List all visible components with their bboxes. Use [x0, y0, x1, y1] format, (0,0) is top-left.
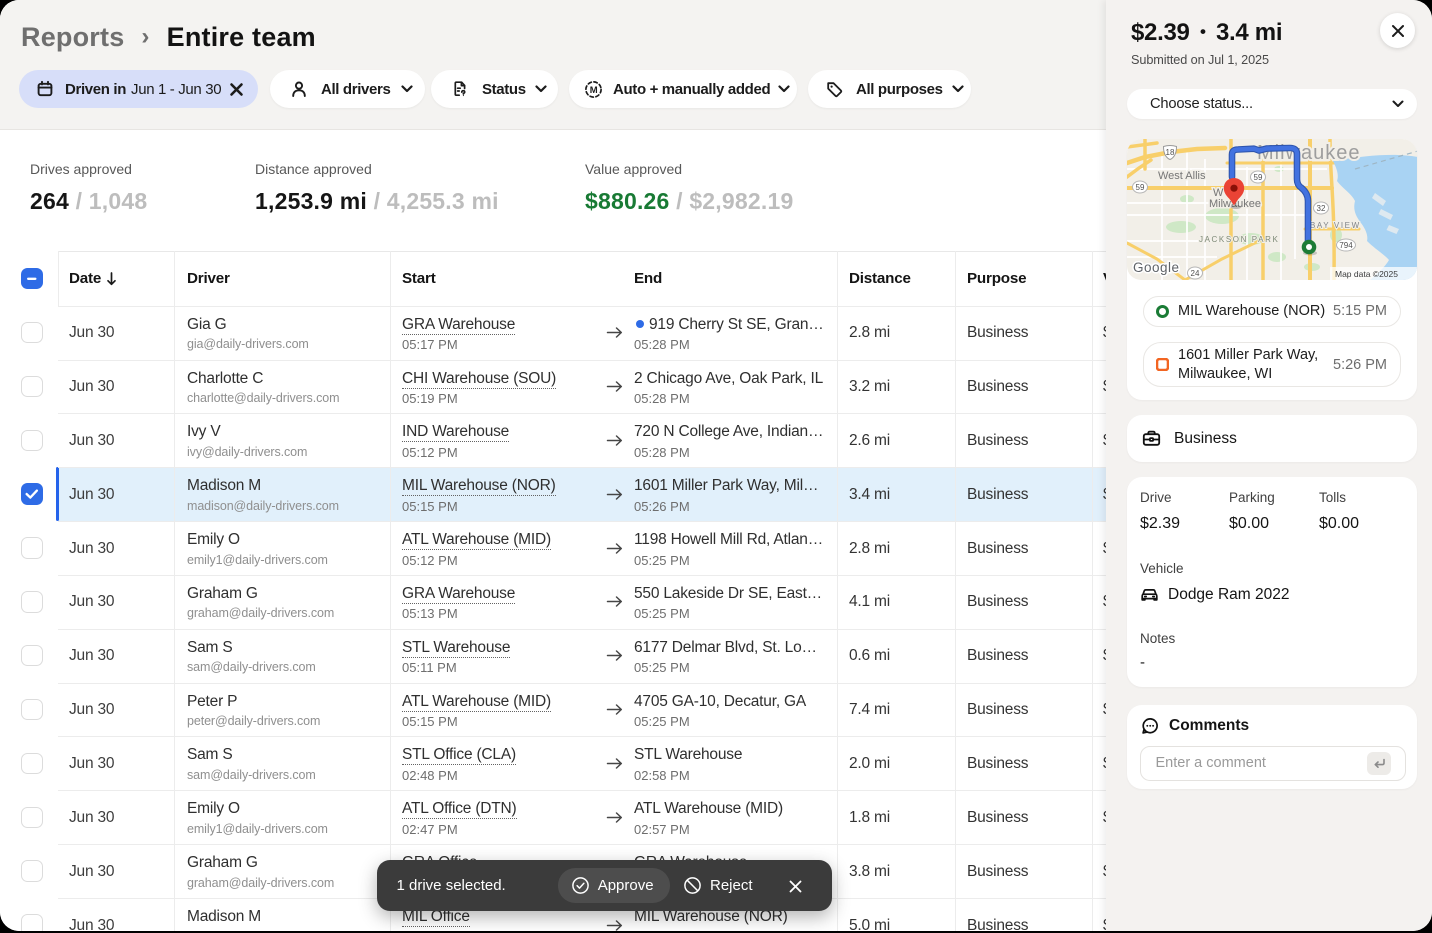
svg-text:Map data ©2025: Map data ©2025	[1335, 269, 1398, 279]
svg-text:BAY VIEW: BAY VIEW	[1310, 221, 1361, 230]
svg-text:18: 18	[1166, 148, 1175, 157]
svg-text:32: 32	[1317, 203, 1326, 212]
svg-text:JACKSON PARK: JACKSON PARK	[1199, 235, 1279, 244]
svg-text:West Allis: West Allis	[1158, 170, 1206, 182]
svg-text:Google: Google	[1133, 260, 1180, 275]
svg-text:59: 59	[1136, 182, 1145, 191]
svg-text:M: M	[590, 85, 598, 96]
svg-text:794: 794	[1339, 240, 1353, 249]
svg-text:24: 24	[1191, 268, 1200, 277]
svg-text:59: 59	[1254, 172, 1263, 181]
